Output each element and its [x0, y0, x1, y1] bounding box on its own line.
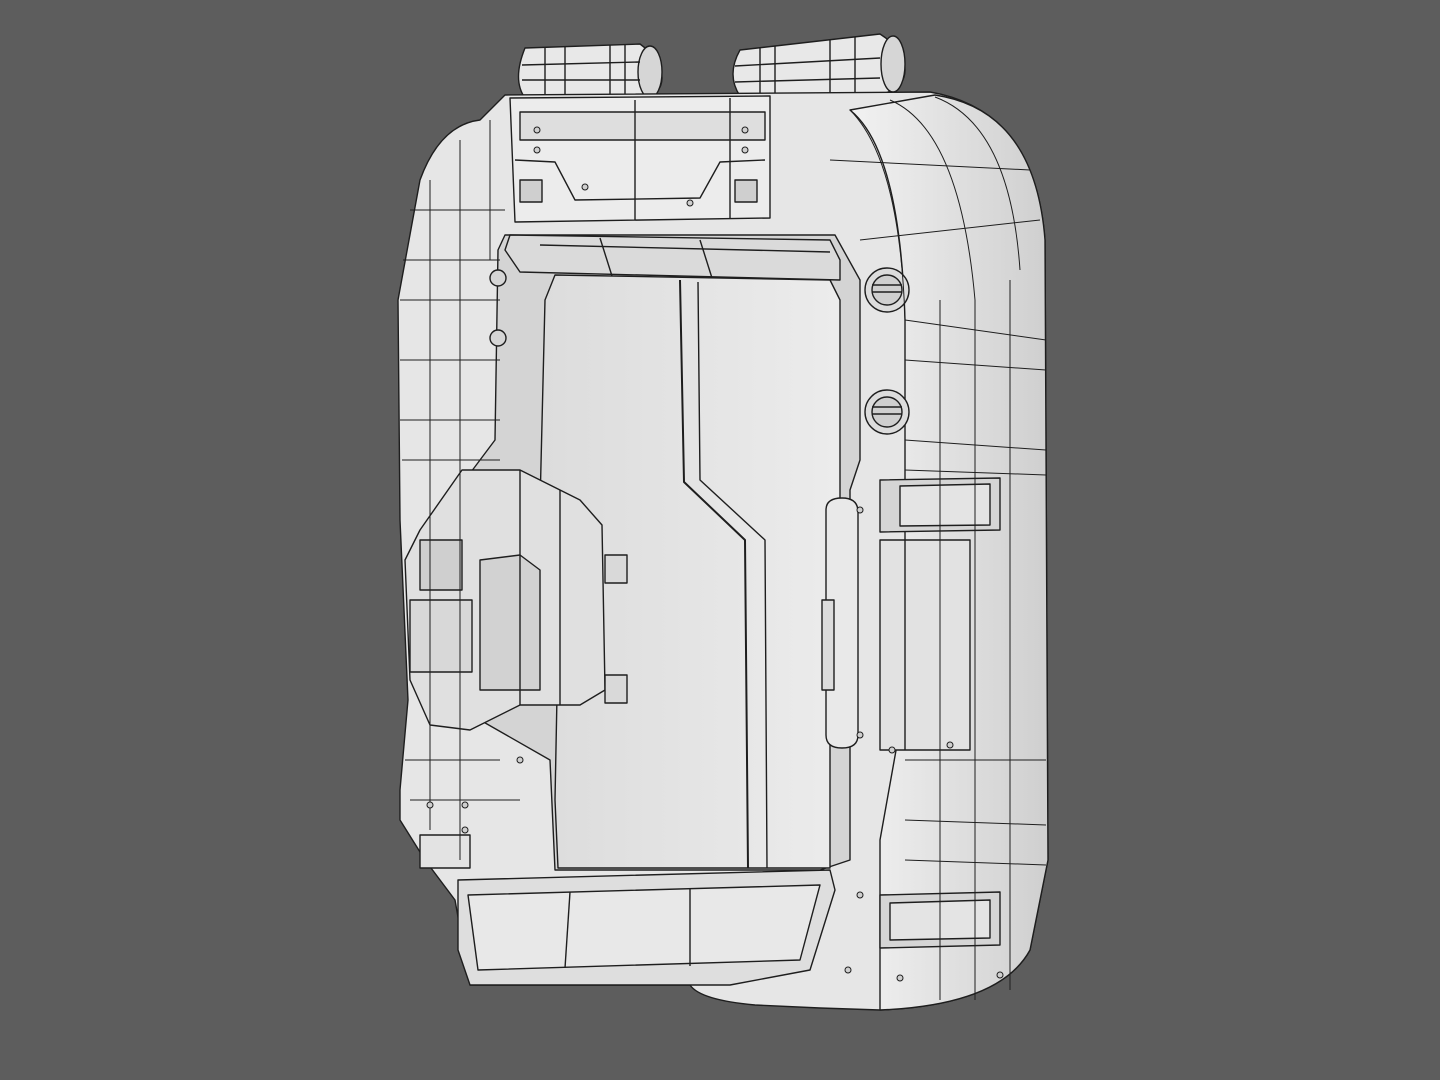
top-pipe-right: [732, 33, 906, 97]
sci-fi-door-wireframe-icon: [397, 33, 1049, 1011]
top-pipe-left: [517, 43, 663, 101]
render-viewport: [0, 0, 1440, 1080]
